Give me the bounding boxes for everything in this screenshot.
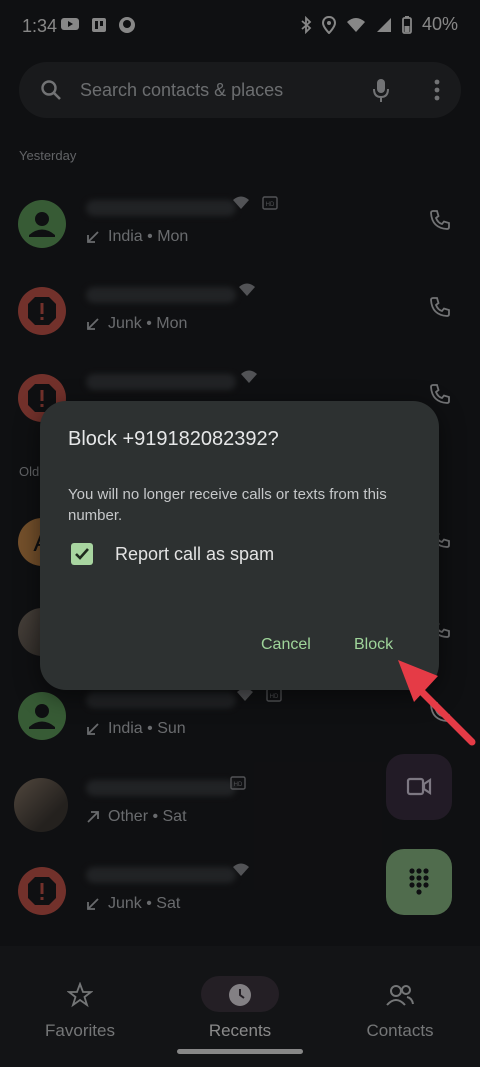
red-annotation-arrow	[398, 660, 476, 746]
